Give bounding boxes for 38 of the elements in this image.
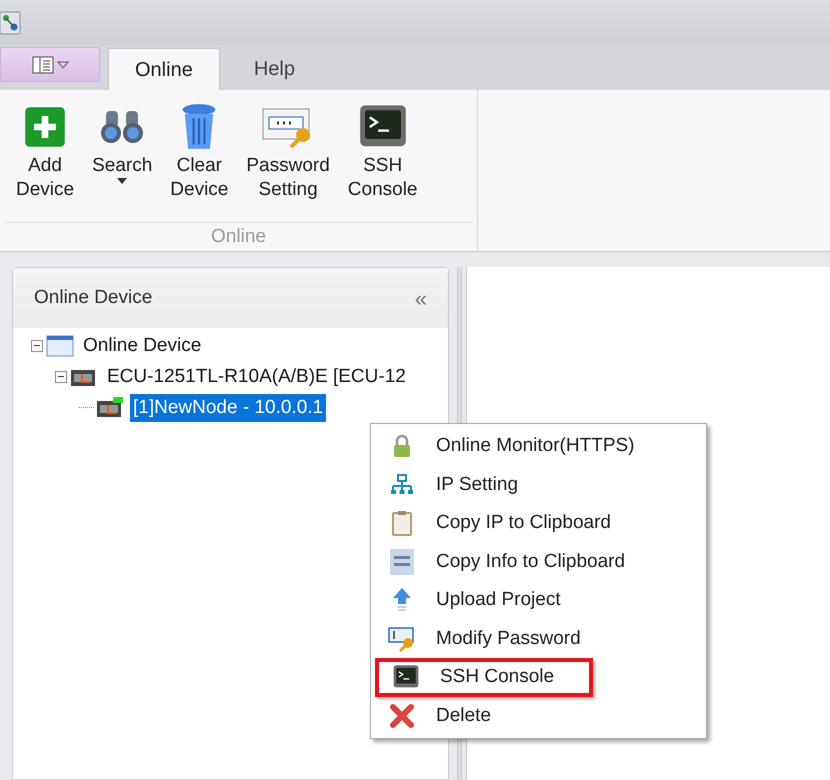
upload-arrow-icon (392, 587, 412, 614)
info-tile-icon (390, 548, 414, 575)
panel-layout-icon (32, 56, 54, 74)
menu-item[interactable]: SSH Console (375, 658, 593, 696)
collapse-toggle[interactable] (31, 340, 43, 352)
menu-item[interactable]: Copy Info to Clipboard (375, 542, 702, 581)
ribbon-button[interactable]: Search (92, 100, 152, 184)
ribbon-button[interactable]: Clear Device (170, 100, 228, 202)
ribbon-tab[interactable]: Online (108, 48, 220, 90)
menu-item[interactable]: Modify Password (375, 620, 702, 658)
padlock-icon (391, 434, 413, 458)
ribbon-tab[interactable]: Help (228, 48, 321, 90)
menu-item[interactable]: Copy IP to Clipboard (375, 504, 702, 542)
ribbon-button[interactable]: SSH Console (348, 100, 418, 202)
group-label: Online (211, 224, 266, 248)
collapse-button[interactable]: « (414, 282, 427, 314)
ribbon-button[interactable]: Add Device (16, 100, 74, 202)
app-menu-button[interactable] (0, 47, 100, 82)
menu-item[interactable]: Online Monitor(HTTPS) (375, 427, 702, 466)
delete-x-icon (389, 702, 415, 729)
network-icon (390, 474, 414, 496)
tree-node-label[interactable]: ECU-1251TL-R10A(A/B)E [ECU-12 (104, 362, 409, 390)
tree-node-label[interactable]: [1]NewNode - 10.0.0.1 (130, 394, 326, 422)
dropdown-caret-icon (117, 178, 128, 184)
collapse-toggle[interactable] (55, 370, 67, 382)
terminal-icon (393, 664, 419, 690)
window-icon (46, 334, 74, 356)
menu-item[interactable]: Upload Project (375, 581, 702, 620)
menu-item[interactable]: Delete (375, 696, 702, 735)
password-key-icon (388, 626, 416, 652)
add-icon (23, 105, 68, 149)
clipboard-icon (391, 510, 413, 536)
menu-item[interactable]: IP Setting (375, 466, 702, 504)
tree-node-label[interactable]: Online Device (80, 332, 204, 360)
ribbon-button[interactable]: Password Setting (246, 100, 330, 202)
app-icon (0, 10, 22, 36)
panel-title: Online Device (34, 286, 152, 310)
dropdown-caret-icon (56, 60, 68, 68)
